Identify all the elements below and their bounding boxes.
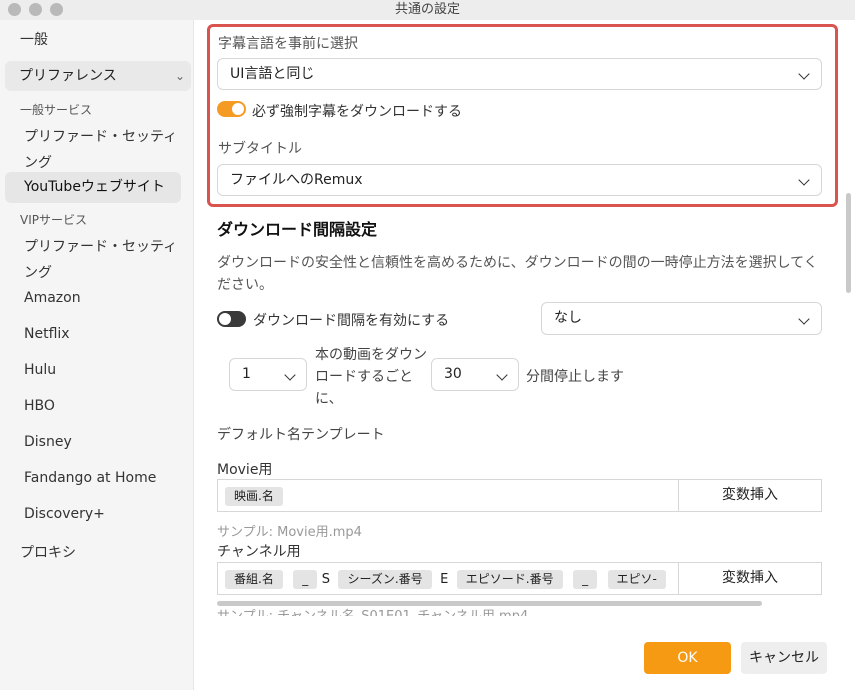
channel-template-label: チャンネル用 [217,544,301,560]
description-line: ださい。 [217,277,273,293]
toggle-knob [232,103,244,115]
pause-minutes-text: 分間停止します [526,369,624,385]
sidebar-item-discovery[interactable]: Discovery+ [0,506,194,522]
sidebar-item-disney[interactable]: Disney [0,434,194,450]
window-title: 共通の設定 [394,2,460,17]
zoom-window-button[interactable] [50,3,63,16]
chevron-down-icon [284,369,296,381]
template-chip[interactable]: _ [293,570,318,589]
text-line: に、 [315,391,343,407]
subtitle-language-select[interactable]: UI言語と同じ [217,58,822,90]
sidebar-item-label: プリファレンス [19,68,117,84]
close-window-button[interactable] [8,3,21,16]
chevron-down-icon [798,313,810,325]
select-value: なし [554,310,582,326]
template-chip[interactable]: 番組.名 [225,570,283,589]
text-line: 本の動画をダウン [315,347,427,363]
sidebar-item-preferred-setting-vip[interactable]: プリファード・セッティ ング [0,236,194,282]
window-titlebar: 共通の設定 [0,0,855,20]
sidebar-item-label: プリファード・セッティ [24,129,178,145]
chevron-down-icon [798,174,810,186]
forced-subtitle-label: 必ず強制字幕をダウンロードする [252,104,462,120]
default-template-title: デフォルト名テンプレート [217,427,385,443]
download-interval-title: ダウンロード間隔設定 [217,220,378,239]
sidebar-item-amazon[interactable]: Amazon [0,290,194,306]
template-separator: S [321,572,330,587]
channel-sample-text: サンプル: チャンネル名_S01E01_チャンネル用.mp4 [217,608,528,616]
select-value: UI言語と同じ [230,66,315,82]
sidebar-item-hulu[interactable]: Hulu [0,362,194,378]
movie-insert-variable-button[interactable]: 変数挿入 [678,479,822,512]
chevron-down-icon [496,369,508,381]
template-chip[interactable]: シーズン.番号 [338,570,432,589]
sidebar-item-label: ング [24,265,52,281]
sidebar-item-hbo[interactable]: HBO [0,398,194,414]
movie-template-label: Movie用 [217,462,273,478]
sidebar-item-label: ング [24,155,52,171]
template-chip[interactable]: エピソード.番号 [456,570,563,589]
sidebar-item-general[interactable]: 一般 [0,29,194,49]
video-count-text: 本の動画をダウン ロードするごと に、 [315,344,427,410]
sidebar-item-proxy[interactable]: プロキシ [0,542,194,562]
channel-template-field[interactable]: 番組.名 _ S シーズン.番号 E エピソード.番号 _ エピソ- [217,562,678,595]
download-interval-enable-label: ダウンロード間隔を有効にする [253,313,450,329]
subtitle-mode-label: サブタイトル [218,141,302,157]
template-separator: E [440,572,449,587]
video-count-select[interactable]: 1 [229,358,307,391]
sidebar-header-general-services: 一般サービス [20,103,93,117]
toggle-knob [219,313,231,325]
select-value: 30 [444,366,462,382]
sidebar-item-label: プリファード・セッティ [24,239,178,255]
sidebar-header-vip-services: VIPサービス [20,213,87,227]
horizontal-scrollbar[interactable] [217,601,762,606]
subtitle-language-label: 字幕言語を事前に選択 [218,36,358,52]
sidebar-item-youtube[interactable]: YouTubeウェブサイト [5,172,181,203]
description-line: ダウンロードの安全性と信頼性を高めるために、ダウンロードの間の一時停止方法を選択… [217,255,818,271]
chevron-down-icon [798,68,810,80]
template-chip[interactable]: 映画.名 [225,487,283,506]
interval-mode-select[interactable]: なし [541,302,822,335]
sidebar-item-fandango[interactable]: Fandango at Home [0,470,194,486]
download-interval-toggle[interactable] [217,311,246,327]
forced-subtitle-toggle[interactable] [217,101,246,117]
select-value: ファイルへのRemux [230,172,363,188]
sidebar: 一般 プリファレンス ⌄ 一般サービス プリファード・セッティ ング YouTu… [0,20,194,690]
channel-insert-variable-button[interactable]: 変数挿入 [678,562,822,595]
sidebar-item-preferred-setting-general[interactable]: プリファード・セッティ ング [0,126,194,172]
cancel-button[interactable]: キャンセル [741,642,827,674]
minimize-window-button[interactable] [29,3,42,16]
ok-button[interactable]: OK [644,642,731,674]
text-line: ロードするごと [315,369,413,385]
select-value: 1 [242,366,251,382]
chevron-down-icon: ⌄ [174,69,185,83]
movie-sample-text: サンプル: Movie用.mp4 [217,525,362,540]
movie-template-field[interactable]: 映画.名 [217,479,678,512]
template-chip[interactable]: _ [573,570,598,589]
vertical-scrollbar[interactable] [846,193,851,293]
pause-minutes-select[interactable]: 30 [431,358,519,391]
subtitle-mode-select[interactable]: ファイルへのRemux [217,164,822,196]
template-chip[interactable]: エピソ- [607,570,666,589]
sidebar-item-netflix[interactable]: Netflix [0,326,194,342]
download-interval-description: ダウンロードの安全性と信頼性を高めるために、ダウンロードの間の一時停止方法を選択… [217,252,818,296]
sidebar-item-preferences[interactable]: プリファレンス ⌄ [5,61,191,91]
